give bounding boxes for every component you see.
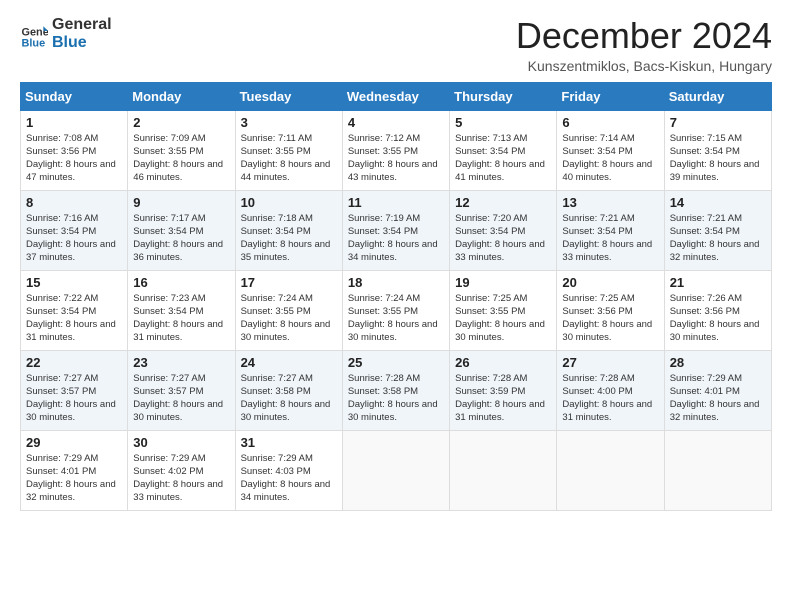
table-row: 26Sunrise: 7:28 AMSunset: 3:59 PMDayligh… <box>450 350 557 430</box>
month-title: December 2024 <box>516 16 772 56</box>
col-sunday: Sunday <box>21 82 128 110</box>
table-row: 2Sunrise: 7:09 AMSunset: 3:55 PMDaylight… <box>128 110 235 190</box>
svg-text:Blue: Blue <box>22 37 46 48</box>
table-row <box>557 430 664 510</box>
table-row: 22Sunrise: 7:27 AMSunset: 3:57 PMDayligh… <box>21 350 128 430</box>
col-wednesday: Wednesday <box>342 82 449 110</box>
page-header: General Blue General Blue December 2024 … <box>20 16 772 74</box>
table-row: 31Sunrise: 7:29 AMSunset: 4:03 PMDayligh… <box>235 430 342 510</box>
col-thursday: Thursday <box>450 82 557 110</box>
table-row <box>342 430 449 510</box>
logo-blue-text: Blue <box>52 34 112 52</box>
logo-general-text: General <box>52 16 112 34</box>
col-monday: Monday <box>128 82 235 110</box>
table-row <box>664 430 771 510</box>
table-row: 5Sunrise: 7:13 AMSunset: 3:54 PMDaylight… <box>450 110 557 190</box>
col-saturday: Saturday <box>664 82 771 110</box>
title-block: December 2024 Kunszentmiklos, Bacs-Kisku… <box>516 16 772 74</box>
table-row: 20Sunrise: 7:25 AMSunset: 3:56 PMDayligh… <box>557 270 664 350</box>
table-row: 18Sunrise: 7:24 AMSunset: 3:55 PMDayligh… <box>342 270 449 350</box>
table-row: 10Sunrise: 7:18 AMSunset: 3:54 PMDayligh… <box>235 190 342 270</box>
table-row <box>450 430 557 510</box>
table-row: 28Sunrise: 7:29 AMSunset: 4:01 PMDayligh… <box>664 350 771 430</box>
col-tuesday: Tuesday <box>235 82 342 110</box>
table-row: 27Sunrise: 7:28 AMSunset: 4:00 PMDayligh… <box>557 350 664 430</box>
calendar-header-row: Sunday Monday Tuesday Wednesday Thursday… <box>21 82 772 110</box>
location-subtitle: Kunszentmiklos, Bacs-Kiskun, Hungary <box>516 58 772 74</box>
table-row: 21Sunrise: 7:26 AMSunset: 3:56 PMDayligh… <box>664 270 771 350</box>
table-row: 3Sunrise: 7:11 AMSunset: 3:55 PMDaylight… <box>235 110 342 190</box>
table-row: 23Sunrise: 7:27 AMSunset: 3:57 PMDayligh… <box>128 350 235 430</box>
table-row: 19Sunrise: 7:25 AMSunset: 3:55 PMDayligh… <box>450 270 557 350</box>
table-row: 7Sunrise: 7:15 AMSunset: 3:54 PMDaylight… <box>664 110 771 190</box>
calendar-week-5: 29Sunrise: 7:29 AMSunset: 4:01 PMDayligh… <box>21 430 772 510</box>
calendar-week-3: 15Sunrise: 7:22 AMSunset: 3:54 PMDayligh… <box>21 270 772 350</box>
table-row: 30Sunrise: 7:29 AMSunset: 4:02 PMDayligh… <box>128 430 235 510</box>
table-row: 25Sunrise: 7:28 AMSunset: 3:58 PMDayligh… <box>342 350 449 430</box>
table-row: 8Sunrise: 7:16 AMSunset: 3:54 PMDaylight… <box>21 190 128 270</box>
logo: General Blue General Blue <box>20 16 112 51</box>
table-row: 16Sunrise: 7:23 AMSunset: 3:54 PMDayligh… <box>128 270 235 350</box>
table-row: 13Sunrise: 7:21 AMSunset: 3:54 PMDayligh… <box>557 190 664 270</box>
calendar-week-2: 8Sunrise: 7:16 AMSunset: 3:54 PMDaylight… <box>21 190 772 270</box>
table-row: 15Sunrise: 7:22 AMSunset: 3:54 PMDayligh… <box>21 270 128 350</box>
table-row: 11Sunrise: 7:19 AMSunset: 3:54 PMDayligh… <box>342 190 449 270</box>
table-row: 6Sunrise: 7:14 AMSunset: 3:54 PMDaylight… <box>557 110 664 190</box>
calendar-week-1: 1Sunrise: 7:08 AMSunset: 3:56 PMDaylight… <box>21 110 772 190</box>
table-row: 14Sunrise: 7:21 AMSunset: 3:54 PMDayligh… <box>664 190 771 270</box>
table-row: 9Sunrise: 7:17 AMSunset: 3:54 PMDaylight… <box>128 190 235 270</box>
logo-icon: General Blue <box>20 20 48 48</box>
calendar-week-4: 22Sunrise: 7:27 AMSunset: 3:57 PMDayligh… <box>21 350 772 430</box>
table-row: 24Sunrise: 7:27 AMSunset: 3:58 PMDayligh… <box>235 350 342 430</box>
col-friday: Friday <box>557 82 664 110</box>
table-row: 4Sunrise: 7:12 AMSunset: 3:55 PMDaylight… <box>342 110 449 190</box>
calendar-table: Sunday Monday Tuesday Wednesday Thursday… <box>20 82 772 511</box>
table-row: 1Sunrise: 7:08 AMSunset: 3:56 PMDaylight… <box>21 110 128 190</box>
table-row: 12Sunrise: 7:20 AMSunset: 3:54 PMDayligh… <box>450 190 557 270</box>
table-row: 29Sunrise: 7:29 AMSunset: 4:01 PMDayligh… <box>21 430 128 510</box>
table-row: 17Sunrise: 7:24 AMSunset: 3:55 PMDayligh… <box>235 270 342 350</box>
